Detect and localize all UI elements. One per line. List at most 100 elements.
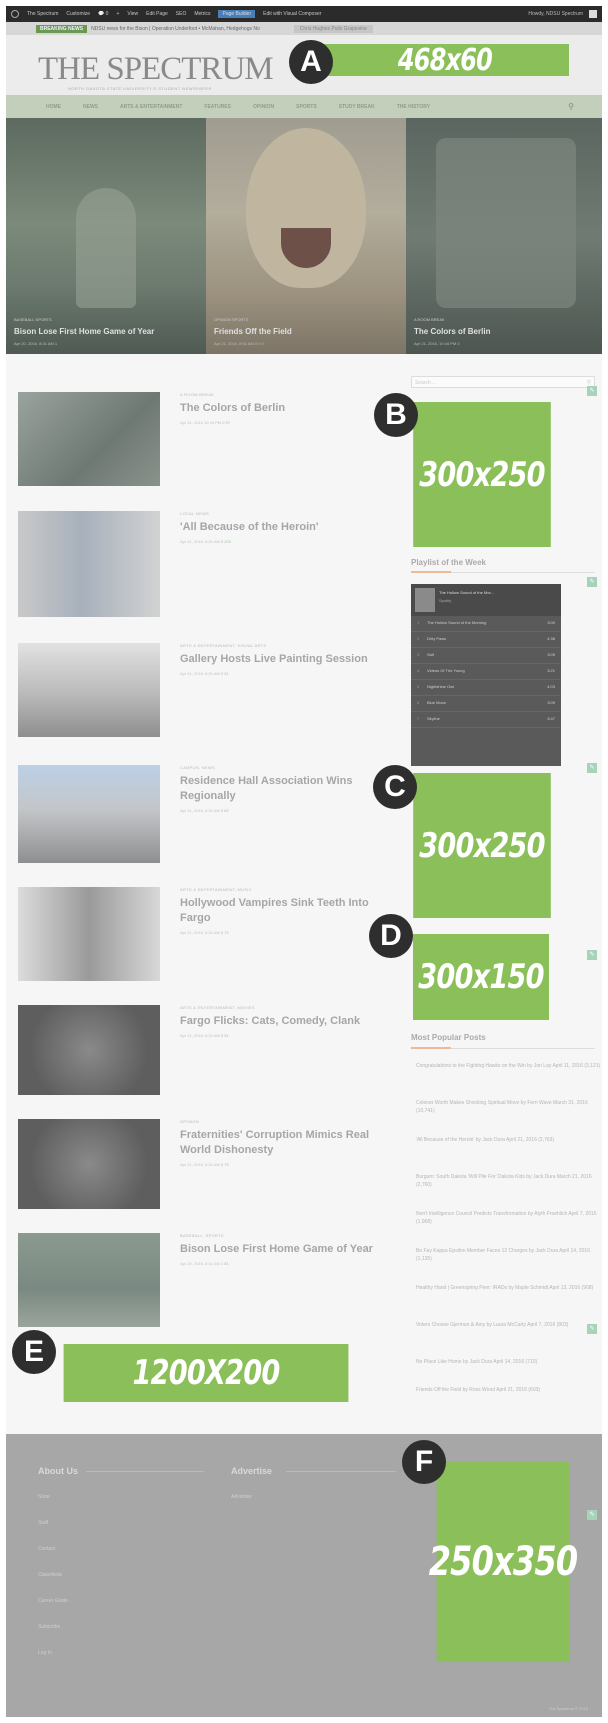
ad-slot-e[interactable]: 1200X200 <box>63 1344 349 1402</box>
article-thumbnail[interactable] <box>18 643 160 737</box>
ad-slot-f[interactable]: 250x350 <box>429 1462 578 1662</box>
track-row[interactable]: 1 The Hollow Sound of the Morning 3:00 <box>411 616 561 632</box>
wordpress-icon[interactable] <box>11 10 19 18</box>
track-row[interactable]: 7 Skyline 3:47 <box>411 712 561 728</box>
article-date: Apr 21, 2016, 8:31 AM <box>180 1162 220 1167</box>
ad-slot-b[interactable]: 300x250 <box>413 402 551 547</box>
admin-seo-link[interactable]: SEO <box>176 11 187 17</box>
track-row[interactable]: 4 Videos Of The Young 3:21 <box>411 664 561 680</box>
footer-link[interactable]: Career Guide <box>38 1598 68 1604</box>
footer-divider <box>86 1471 204 1472</box>
article-title[interactable]: Gallery Hosts Live Painting Session <box>180 652 390 667</box>
track-row[interactable]: 5 Nightshine Owl 4:03 <box>411 680 561 696</box>
article-category[interactable]: ARTS & ENTERTAINMENT, MOVIES <box>180 1005 390 1010</box>
hero-slide-2[interactable]: OPINION SPORTS Friends Off the Field Apr… <box>206 118 406 354</box>
article-category[interactable]: ARTS & ENTERTAINMENT, VISUAL ARTS <box>180 643 390 648</box>
popular-post-link[interactable]: No Place Like Home by Jack Dura April 14… <box>416 1358 601 1366</box>
nav-item-opinion[interactable]: OPINION <box>253 104 274 110</box>
nav-item-news[interactable]: NEWS <box>83 104 98 110</box>
popular-post-link[interactable]: Coloner Worth Makes Shocking Spiritual M… <box>416 1099 601 1115</box>
hero-title[interactable]: Bison Lose First Home Game of Year <box>14 327 200 336</box>
article-title[interactable]: Fargo Flicks: Cats, Comedy, Clank <box>180 1014 390 1029</box>
hero-title[interactable]: Friends Off the Field <box>214 327 400 336</box>
admin-comments-link[interactable]: 💬 0 <box>98 11 108 17</box>
article-category[interactable]: OPINION <box>180 1119 390 1124</box>
article-title[interactable]: Fraternities' Corruption Mimics Real Wor… <box>180 1128 390 1158</box>
search-icon[interactable]: ⚲ <box>587 379 591 386</box>
admin-new-link[interactable]: + <box>116 11 119 17</box>
edit-widget-icon[interactable]: ✎ <box>587 1510 597 1520</box>
nav-item-study-break[interactable]: STUDY BREAK <box>339 104 375 110</box>
footer-link[interactable]: Advertise <box>231 1494 252 1500</box>
admin-site-link[interactable]: The Spectrum <box>27 11 58 17</box>
hero-title[interactable]: The Colors of Berlin <box>414 327 596 336</box>
breaking-tag: BREAKING NEWS <box>36 24 88 33</box>
track-row[interactable]: 2 Dirty Paws 4:38 <box>411 632 561 648</box>
article-title[interactable]: The Colors of Berlin <box>180 401 390 416</box>
popular-post-link[interactable]: Congratulations to the Fighting Hawks on… <box>416 1062 601 1070</box>
article-thumbnail[interactable] <box>18 1119 160 1209</box>
footer-link[interactable]: Staff <box>38 1520 48 1526</box>
article-title[interactable]: Hollywood Vampires Sink Teeth Into Fargo <box>180 896 390 926</box>
hero-slide-3[interactable]: A ROOM BREAK The Colors of Berlin Apr 21… <box>406 118 602 354</box>
article-thumbnail[interactable] <box>18 392 160 486</box>
ad-slot-c[interactable]: 300x250 <box>413 773 551 918</box>
article-thumbnail[interactable] <box>18 765 160 863</box>
hero-slide-1[interactable]: BASEBALL SPORTS Bison Lose First Home Ga… <box>6 118 206 354</box>
nav-item-sports[interactable]: SPORTS <box>296 104 317 110</box>
popular-post-link[interactable]: 'All Because of the Heroin' by Jack Dura… <box>416 1136 601 1144</box>
article-thumbnail[interactable] <box>18 1233 160 1327</box>
footer-link[interactable]: Log In <box>38 1650 52 1656</box>
spotify-player[interactable]: The Hollow Sound of the Mor... Spotify 1… <box>411 584 561 766</box>
footer-link[interactable]: Contact <box>38 1546 55 1552</box>
nav-item-features[interactable]: FEATURES <box>204 104 231 110</box>
widget-divider <box>411 1047 595 1049</box>
edit-widget-icon[interactable]: ✎ <box>587 763 597 773</box>
breaking-text[interactable]: NDSU news for the Bison | Operation Unde… <box>91 26 260 32</box>
popular-post-link[interactable]: Voters Choose Gjermun & Amy by Laura McC… <box>416 1321 601 1329</box>
nav-item-arts[interactable]: ARTS & ENTERTAINMENT <box>120 104 182 110</box>
ad-slot-a[interactable]: 468x60 <box>321 43 569 78</box>
edit-widget-icon[interactable]: ✎ <box>587 950 597 960</box>
article-title[interactable]: 'All Because of the Heroin' <box>180 520 390 535</box>
track-row[interactable]: 3 Salt 3:05 <box>411 648 561 664</box>
article-title[interactable]: Residence Hall Association Wins Regional… <box>180 774 390 804</box>
article-category[interactable]: BASEBALL, SPORTS <box>180 1233 390 1238</box>
edit-widget-icon[interactable]: ✎ <box>587 386 597 396</box>
admin-customize-link[interactable]: Customize <box>66 11 90 17</box>
footer-link[interactable]: Store <box>38 1494 50 1500</box>
article-category[interactable]: ARTS & ENTERTAINMENT, MUSIC <box>180 887 390 892</box>
footer-link[interactable]: Subscribe <box>38 1624 60 1630</box>
article-category[interactable]: A ROOM BREAK <box>180 392 390 397</box>
admin-page-builder-link[interactable]: Page Builder <box>218 10 256 18</box>
breaking-more[interactable]: Chris Hughes Pulls Grapevine <box>293 24 373 33</box>
nav-item-home[interactable]: HOME <box>46 104 61 110</box>
edit-widget-icon[interactable]: ✎ <box>587 577 597 587</box>
admin-account[interactable]: Howdy, NDSU Spectrum <box>528 10 597 18</box>
article-category[interactable]: CAMPUS, NEWS <box>180 765 390 770</box>
popular-post-link[interactable]: Bo Fay Kappa Epsilon Member Faces 12 Cha… <box>416 1247 601 1263</box>
edit-widget-icon[interactable]: ✎ <box>587 1324 597 1334</box>
article-thumbnail[interactable] <box>18 511 160 617</box>
track-row[interactable]: 6 Blue Moon 3:09 <box>411 696 561 712</box>
article-thumbnail[interactable] <box>18 887 160 981</box>
ad-slot-d[interactable]: 300x150 <box>413 934 549 1020</box>
article-thumbnail[interactable] <box>18 1005 160 1095</box>
footer-link[interactable]: Classifieds <box>38 1572 62 1578</box>
search-input[interactable]: Search ... ⚲ <box>411 376 595 388</box>
search-icon[interactable]: ⚲ <box>568 102 574 111</box>
popular-post-link[interactable]: Healthy Hand | Greenspring Peer: IRADs b… <box>416 1284 601 1292</box>
admin-metrics-link[interactable]: Metrics <box>194 11 210 17</box>
nav-item-history[interactable]: THE HISTORY <box>397 104 430 110</box>
popular-post-link[interactable]: Burgum: South Dakota 'Will Pile For' Dak… <box>416 1173 601 1189</box>
comment-count: 1 <box>220 1261 224 1266</box>
track-time: 3:47 <box>547 716 555 721</box>
admin-edit-link[interactable]: Edit Page <box>146 11 168 17</box>
site-logo[interactable]: THE SPECTRUM <box>38 51 274 88</box>
article-category[interactable]: LOCAL NEWS <box>180 511 390 516</box>
popular-post-link[interactable]: Non't Intelligence Council Predicts Tran… <box>416 1210 601 1226</box>
article-title[interactable]: Bison Lose First Home Game of Year <box>180 1242 390 1257</box>
popular-post-link[interactable]: Friends Off the Field by Ross Wood April… <box>416 1386 601 1394</box>
admin-view-link[interactable]: View <box>127 11 138 17</box>
admin-visual-composer-link[interactable]: Edit with Visual Composer <box>263 11 321 17</box>
